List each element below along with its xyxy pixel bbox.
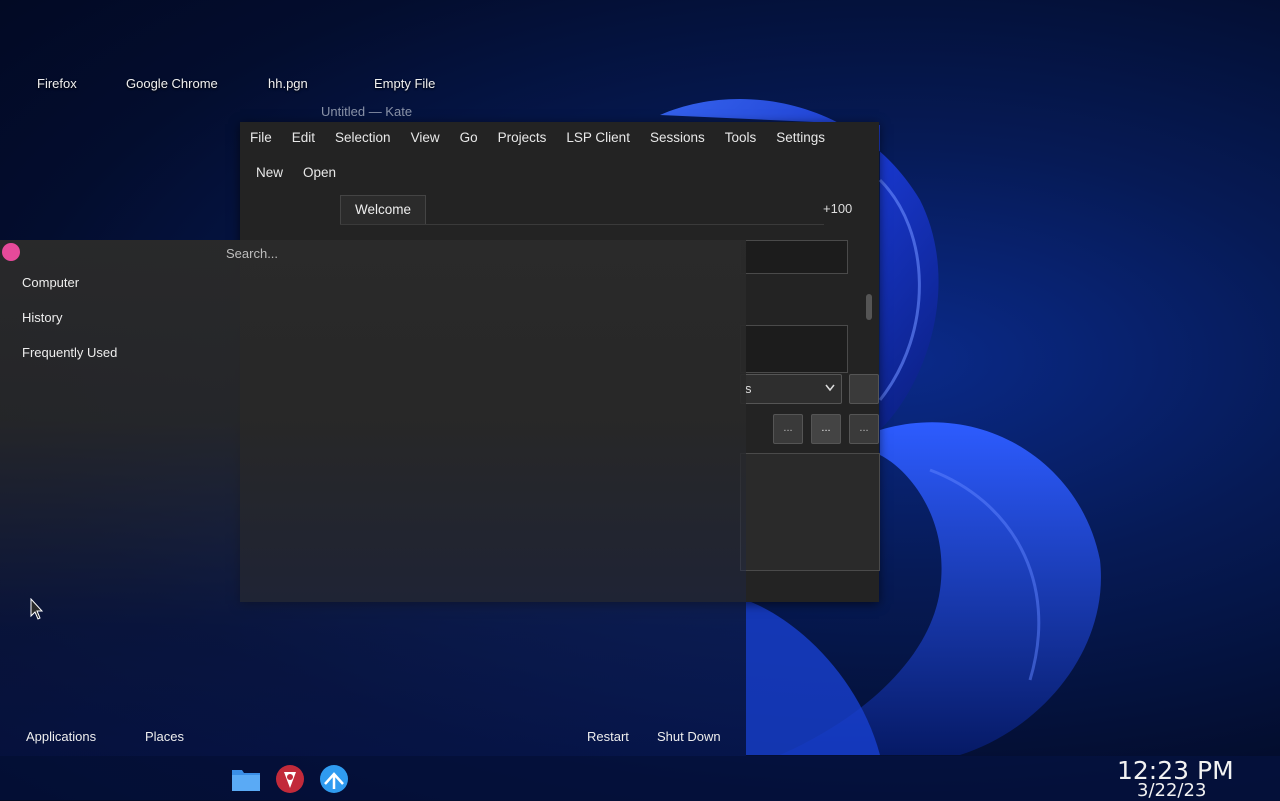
tab-welcome[interactable]: Welcome xyxy=(340,195,427,224)
category-computer[interactable]: Computer xyxy=(22,275,79,290)
search-input[interactable] xyxy=(220,242,732,264)
ellipsis-button-3[interactable]: ... xyxy=(849,414,879,444)
category-frequently-used[interactable]: Frequently Used xyxy=(22,345,117,360)
desktop-icon-firefox[interactable]: Firefox xyxy=(37,76,77,91)
toolbar: New Open xyxy=(246,161,346,184)
mouse-cursor-icon xyxy=(30,598,44,620)
new-button[interactable]: New xyxy=(246,161,293,184)
tab-places[interactable]: Places xyxy=(145,729,184,744)
folder-icon[interactable] xyxy=(231,764,261,794)
preview-box xyxy=(740,453,880,571)
menu-lsp-client[interactable]: LSP Client xyxy=(556,130,640,145)
avatar[interactable] xyxy=(2,243,20,261)
category-history[interactable]: History xyxy=(22,310,62,325)
open-button[interactable]: Open xyxy=(293,161,346,184)
side-button[interactable] xyxy=(849,374,879,404)
menu-go[interactable]: Go xyxy=(450,130,488,145)
menu-settings[interactable]: Settings xyxy=(766,130,835,145)
tab-bar: Welcome xyxy=(340,195,824,225)
tab-applications[interactable]: Applications xyxy=(26,729,96,744)
ellipsis-button-2[interactable]: ... xyxy=(811,414,841,444)
dropdown-select[interactable]: s xyxy=(740,374,842,404)
menu-view[interactable]: View xyxy=(401,130,450,145)
menu-projects[interactable]: Projects xyxy=(488,130,557,145)
chevron-down-icon xyxy=(825,384,835,392)
kate-icon[interactable] xyxy=(275,764,305,794)
menu-edit[interactable]: Edit xyxy=(282,130,325,145)
taskbar xyxy=(0,756,1280,800)
desktop-icon-hh-pgn[interactable]: hh.pgn xyxy=(268,76,308,91)
restart-button[interactable]: Restart xyxy=(587,729,629,744)
desktop-icon-empty-file[interactable]: Empty File xyxy=(374,76,435,91)
text-area[interactable] xyxy=(740,325,848,373)
zoom-indicator[interactable]: +100 xyxy=(823,201,852,216)
ellipsis-button-1[interactable]: ... xyxy=(773,414,803,444)
menu-selection[interactable]: Selection xyxy=(325,130,401,145)
desktop-icon-chrome[interactable]: Google Chrome xyxy=(126,76,218,91)
shutdown-button[interactable]: Shut Down xyxy=(657,729,721,744)
menubar: File Edit Selection View Go Projects LSP… xyxy=(240,122,879,152)
menu-tools[interactable]: Tools xyxy=(715,130,767,145)
text-field[interactable] xyxy=(740,240,848,274)
menu-file[interactable]: File xyxy=(240,130,282,145)
menu-sessions[interactable]: Sessions xyxy=(640,130,715,145)
scrollbar-thumb[interactable] xyxy=(866,294,872,320)
application-launcher: Computer History Frequently Used Applica… xyxy=(0,240,746,756)
clock-date: 3/22/23 xyxy=(1137,780,1207,801)
window-title: Untitled — Kate xyxy=(321,104,413,119)
browser-icon[interactable] xyxy=(319,764,349,794)
